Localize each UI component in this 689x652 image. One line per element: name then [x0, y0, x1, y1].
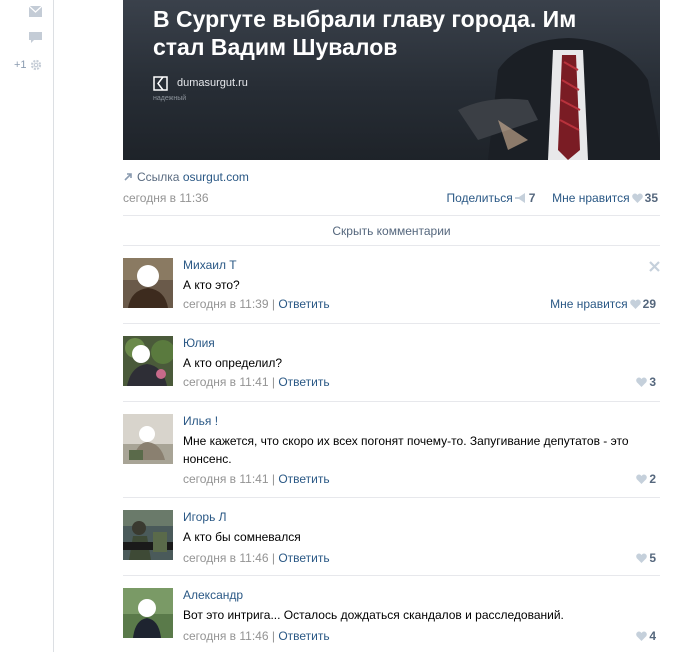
comment-like-button[interactable]: 4	[634, 629, 656, 643]
like-button[interactable]: Мне нравится 35	[552, 191, 658, 205]
link-icon	[124, 173, 132, 181]
share-button[interactable]: Поделиться 7	[446, 191, 538, 205]
comment-meta: сегодня в 11:41 | Ответить	[183, 375, 330, 389]
comment-date[interactable]: сегодня в 11:46	[183, 551, 269, 565]
heart-icon	[629, 299, 641, 309]
reply-button[interactable]: Ответить	[278, 472, 329, 486]
comment-date[interactable]: сегодня в 11:39	[183, 297, 269, 311]
share-count: 7	[528, 191, 536, 205]
image-source-sub: надежный	[153, 95, 187, 102]
avatar[interactable]	[123, 414, 173, 464]
post-title[interactable]: В Сургуте выбрали главу города. Им стал …	[153, 5, 633, 61]
share-icon	[514, 193, 525, 203]
comment: Илья ! Мне кажется, что скоро их всех по…	[123, 414, 660, 492]
comment-meta: сегодня в 11:46 | Ответить	[183, 551, 330, 565]
comment-date[interactable]: сегодня в 11:41	[183, 375, 269, 389]
divider	[123, 215, 660, 216]
avatar[interactable]	[123, 510, 173, 560]
heart-icon	[636, 377, 648, 387]
meta-separator: |	[271, 472, 275, 486]
left-rail: +1	[0, 0, 54, 652]
avatar[interactable]	[123, 588, 173, 638]
comment-meta: сегодня в 11:46 | Ответить	[183, 629, 330, 643]
comment-author[interactable]: Александр	[183, 588, 243, 602]
divider	[123, 401, 660, 402]
divider	[123, 497, 660, 498]
meta-separator: |	[271, 375, 275, 389]
like-count: 29	[642, 297, 656, 311]
comment: Игорь Л А кто бы сомневался сегодня в 11…	[123, 510, 660, 570]
image-source: dumasurgut.ru	[177, 77, 248, 89]
comment-text: А кто определил?	[183, 356, 283, 370]
divider	[123, 323, 660, 324]
comment-date[interactable]: сегодня в 11:41	[183, 472, 269, 486]
meta-separator: |	[271, 297, 275, 311]
comment-meta: сегодня в 11:39 | Ответить	[183, 297, 330, 311]
post-date[interactable]: сегодня в 11:36	[123, 191, 209, 205]
comment: Александр Вот это интрига... Осталось до…	[123, 588, 660, 648]
comment-like-button[interactable]: 3	[634, 375, 656, 389]
share-label: Поделиться	[446, 191, 513, 205]
comment-like-button[interactable]: Мне нравится 29	[550, 297, 656, 311]
reply-button[interactable]: Ответить	[278, 551, 329, 565]
like-count: 4	[649, 629, 656, 643]
heart-icon	[631, 193, 643, 203]
like-label: Мне нравится	[552, 191, 630, 205]
comment-author[interactable]: Михаил Т	[183, 258, 237, 272]
comment-text: А кто это?	[183, 278, 240, 292]
like-count: 3	[649, 375, 656, 389]
like-count: 35	[644, 191, 658, 205]
avatar[interactable]	[123, 336, 173, 386]
comment-like-button[interactable]: 5	[634, 551, 656, 565]
source-logo-icon	[153, 76, 168, 91]
comment: Юлия А кто определил? сегодня в 11:41 | …	[123, 336, 660, 396]
mail-icon[interactable]	[29, 6, 42, 17]
post-image[interactable]: В Сургуте выбрали главу города. Им стал …	[123, 0, 660, 160]
post-link[interactable]: Ссылка osurgut.com	[123, 170, 249, 184]
link-label: Ссылка	[137, 170, 180, 184]
gear-icon[interactable]	[30, 59, 42, 71]
reply-button[interactable]: Ответить	[278, 297, 329, 311]
comment-author[interactable]: Илья !	[183, 414, 218, 428]
divider	[123, 575, 660, 576]
meta-separator: |	[271, 551, 275, 565]
rail-like-count: +1	[14, 59, 27, 71]
reply-button[interactable]: Ответить	[278, 629, 329, 643]
divider	[123, 245, 660, 246]
like-count: 5	[649, 551, 656, 565]
heart-icon	[636, 553, 648, 563]
meta-separator: |	[271, 629, 275, 643]
comment-meta: сегодня в 11:41 | Ответить	[183, 472, 330, 486]
avatar[interactable]	[123, 258, 173, 308]
comment-like-button[interactable]: 2	[634, 472, 656, 486]
comment-text: Мне кажется, что скоро их всех погонят п…	[183, 434, 629, 466]
comment: Михаил Т А кто это? сегодня в 11:39 | От…	[123, 258, 660, 318]
close-icon[interactable]	[649, 261, 660, 272]
comment-author[interactable]: Игорь Л	[183, 510, 227, 524]
comment-date[interactable]: сегодня в 11:46	[183, 629, 269, 643]
comment-text: А кто бы сомневался	[183, 530, 301, 544]
like-label: Мне нравится	[550, 297, 628, 311]
link-domain[interactable]: osurgut.com	[183, 170, 249, 184]
heart-icon	[636, 474, 648, 484]
heart-icon	[636, 631, 648, 641]
comment-icon[interactable]	[29, 32, 42, 43]
post-actions: Поделиться 7 Мне нравится 35	[446, 191, 658, 205]
comment-author[interactable]: Юлия	[183, 336, 215, 350]
reply-button[interactable]: Ответить	[278, 375, 329, 389]
hide-comments-button[interactable]: Скрыть комментарии	[123, 224, 660, 238]
comment-text: Вот это интрига... Осталось дождаться ск…	[183, 608, 564, 622]
like-count: 2	[649, 472, 656, 486]
